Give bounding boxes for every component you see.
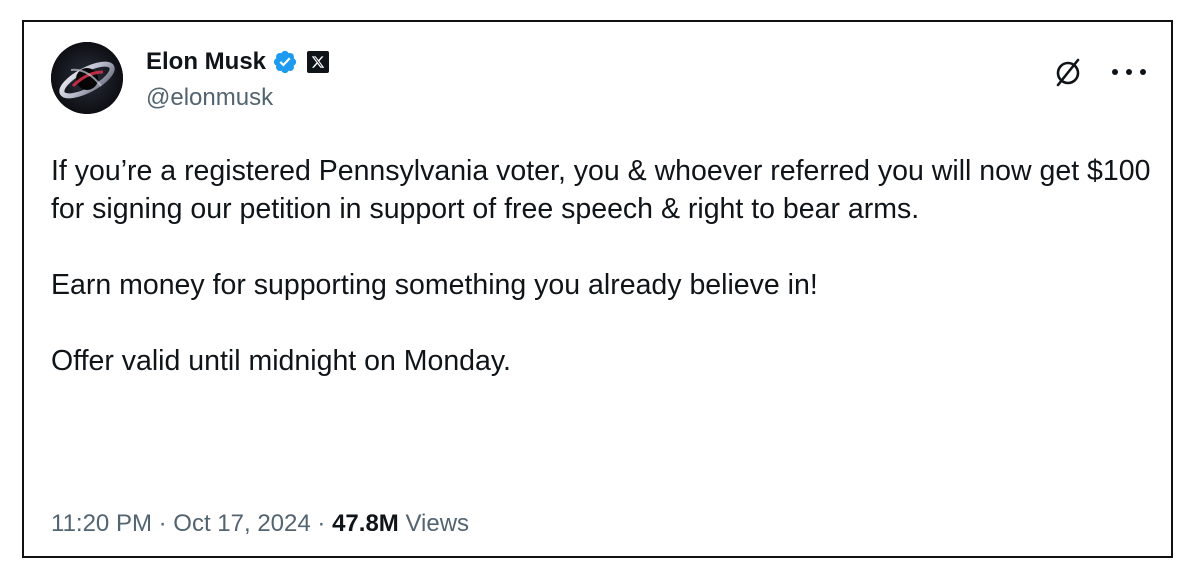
dot-icon	[1140, 69, 1146, 75]
tweet-time[interactable]: 11:20 PM	[51, 510, 152, 537]
views-label: Views	[405, 510, 470, 537]
meta-separator: ·	[158, 510, 167, 537]
x-logo-icon[interactable]	[307, 51, 330, 73]
author-name-row: Elon Musk	[146, 44, 330, 80]
dot-icon	[1112, 69, 1118, 75]
grok-icon[interactable]	[1052, 56, 1084, 88]
more-options-icon[interactable]	[1112, 62, 1146, 82]
verified-badge-icon[interactable]	[272, 49, 298, 75]
meta-separator: ·	[317, 510, 326, 537]
tweet-paragraph: Offer valid until midnight on Monday.	[51, 345, 511, 377]
display-name[interactable]: Elon Musk	[146, 48, 266, 76]
tweet-paragraph: Earn money for supporting something you …	[51, 269, 818, 301]
tweet-meta: 11:20 PM · Oct 17, 2024 · 47.8M Views	[51, 510, 469, 538]
tweet-paragraph: If you’re a registered Pennsylvania vote…	[51, 155, 1151, 225]
handle[interactable]: @elonmusk	[146, 84, 273, 112]
tweet-text: If you’re a registered Pennsylvania vote…	[51, 152, 1151, 380]
dot-icon	[1126, 69, 1132, 75]
black-hole-avatar-icon	[51, 42, 123, 114]
avatar[interactable]	[51, 42, 123, 114]
tweet-date[interactable]: Oct 17, 2024	[173, 510, 310, 537]
tweet-card: Elon Musk @elonmusk If you’re a register…	[22, 20, 1173, 558]
views-count[interactable]: 47.8M	[332, 510, 399, 537]
